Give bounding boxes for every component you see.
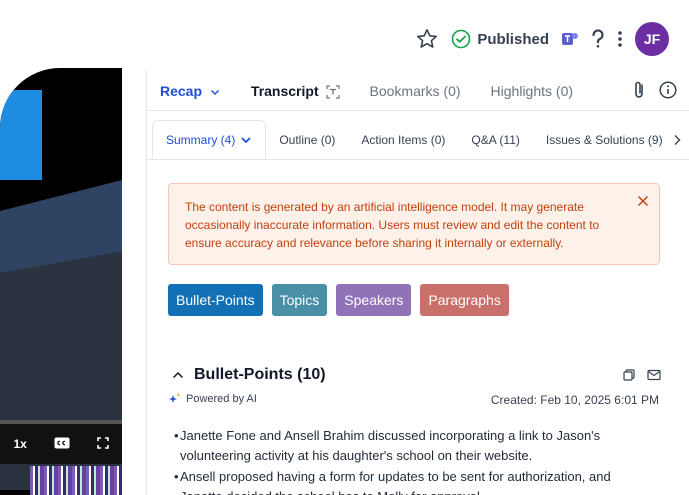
tab-transcript[interactable]: Transcript — [251, 83, 340, 99]
app-header: Published JF — [0, 0, 689, 70]
ai-disclaimer-notice: The content is generated by an artificia… — [168, 183, 660, 265]
published-status[interactable]: Published — [451, 29, 549, 49]
subtab-issues-solutions[interactable]: Issues & Solutions (9) — [533, 120, 676, 160]
attachment-icon[interactable] — [633, 80, 645, 105]
transcript-icon — [325, 85, 340, 99]
chip-speakers[interactable]: Speakers — [336, 284, 412, 316]
subtab-summary-label: Summary (4) — [166, 132, 236, 147]
playback-speed-button[interactable]: 1x — [13, 437, 26, 451]
tab-transcript-label: Transcript — [250, 82, 319, 99]
chevron-down-icon — [241, 136, 251, 143]
sub-tabs-divider — [146, 159, 689, 160]
more-vertical-icon[interactable] — [617, 30, 623, 48]
list-item-text: Ansell proposed having a form for update… — [180, 469, 611, 495]
captions-icon[interactable] — [54, 437, 70, 452]
video-player[interactable]: 1x — [0, 68, 122, 495]
subtab-summary[interactable]: Summary (4) — [152, 120, 267, 160]
tab-recap-label: Recap — [160, 83, 203, 99]
video-thumbnail-strip[interactable] — [30, 466, 122, 495]
sparkle-icon — [169, 393, 181, 403]
top-tabs: Recap Transcript Bookmarks (0) Highlight… — [160, 76, 603, 106]
copy-icon[interactable] — [623, 368, 635, 386]
star-icon[interactable] — [415, 27, 439, 51]
check-circle-icon — [452, 29, 471, 49]
share-mail-icon[interactable] — [647, 368, 661, 386]
chevron-right-icon[interactable] — [673, 133, 681, 151]
chevron-down-icon — [210, 90, 219, 96]
list-item: •Ansell proposed having a form for updat… — [168, 467, 648, 495]
bullet-points-section-header[interactable]: Bullet-Points (10) — [172, 366, 326, 384]
published-label: Published — [477, 30, 549, 48]
top-tabs-divider — [146, 110, 689, 111]
teams-icon[interactable] — [561, 30, 579, 48]
powered-by-label: Powered by AI — [186, 393, 257, 405]
close-icon[interactable] — [637, 194, 649, 212]
subtab-action-items[interactable]: Action Items (0) — [348, 120, 458, 160]
user-avatar[interactable]: JF — [635, 22, 669, 56]
sub-tabs: Summary (4) Outline (0) Action Items (0)… — [152, 120, 676, 160]
chip-paragraphs[interactable]: Paragraphs — [420, 284, 509, 316]
panel-divider — [146, 70, 147, 495]
subtab-qa[interactable]: Q&A (11) — [458, 120, 532, 160]
top-tabs-actions — [633, 80, 677, 105]
created-timestamp: Created: Feb 10, 2025 6:01 PM — [490, 393, 659, 407]
help-icon[interactable] — [591, 29, 605, 49]
fullscreen-icon[interactable] — [96, 436, 109, 452]
bullet-points-list: •Janette Fone and Ansell Brahim discusse… — [168, 426, 648, 495]
tab-recap[interactable]: Recap — [160, 83, 221, 99]
chip-bullet-points[interactable]: Bullet-Points — [168, 284, 263, 316]
list-item-text: Janette Fone and Ansell Brahim discussed… — [180, 428, 601, 463]
header-actions: Published JF — [415, 22, 669, 56]
recap-panel: Recap Transcript Bookmarks (0) Highlight… — [146, 70, 689, 495]
powered-by-ai: Powered by AI — [168, 392, 257, 406]
tab-highlights[interactable]: Highlights (0) — [491, 83, 573, 99]
ai-disclaimer-text: The content is generated by an artificia… — [185, 200, 600, 250]
chip-topics[interactable]: Topics — [271, 284, 328, 316]
bullet-points-section-title: Bullet-Points (10) — [194, 366, 326, 383]
info-icon[interactable] — [659, 81, 677, 104]
subtab-outline[interactable]: Outline (0) — [266, 120, 348, 160]
video-frame-blue — [0, 90, 42, 180]
list-item: •Janette Fone and Ansell Brahim discusse… — [174, 428, 601, 463]
summary-type-chips: Bullet-Points Topics Speakers Paragraphs — [168, 284, 509, 316]
tab-bookmarks[interactable]: Bookmarks (0) — [370, 83, 461, 99]
bullet-points-actions — [623, 368, 661, 386]
video-controls: 1x — [0, 424, 122, 464]
chevron-up-icon — [172, 371, 184, 379]
